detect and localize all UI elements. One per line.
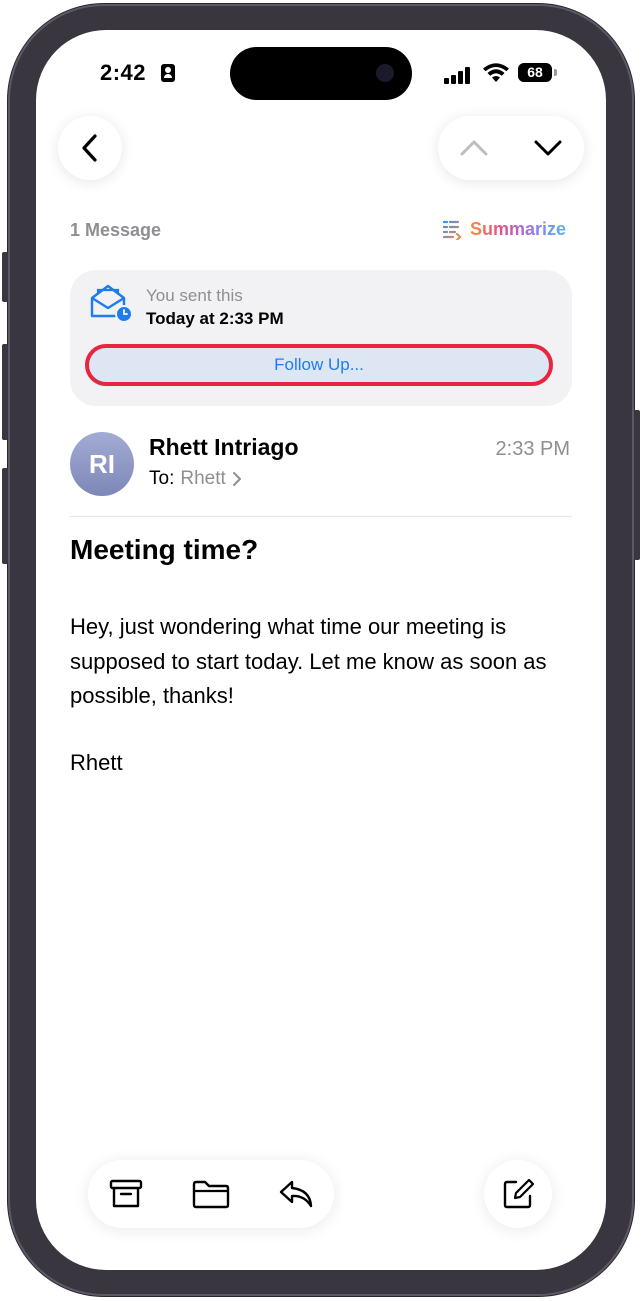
volume-down-button xyxy=(2,468,8,564)
camera-icon xyxy=(376,64,394,82)
battery-indicator: 68 xyxy=(518,63,557,82)
move-to-folder-button[interactable] xyxy=(177,1160,245,1228)
sent-label: You sent this xyxy=(146,286,243,305)
bottom-toolbar xyxy=(88,1160,334,1228)
recipient-row[interactable]: To: Rhett xyxy=(149,468,242,490)
reply-button[interactable] xyxy=(262,1160,330,1228)
back-chevron-icon xyxy=(82,134,97,162)
archive-icon xyxy=(109,1179,143,1208)
message-count: 1 Message xyxy=(70,220,162,240)
summarize-icon xyxy=(442,220,462,240)
next-message-button[interactable] xyxy=(516,116,580,180)
avatar[interactable]: RI xyxy=(70,432,134,496)
message-navigation xyxy=(438,116,584,180)
email-subject: Meeting time? xyxy=(70,534,259,565)
cellular-signal-icon xyxy=(444,66,474,84)
sender-name[interactable]: Rhett Intriago xyxy=(149,434,299,461)
recipient-name: Rhett xyxy=(180,468,226,489)
wifi-icon xyxy=(483,63,509,82)
archive-button[interactable] xyxy=(92,1160,160,1228)
sent-reminder-card: You sent this Today at 2:33 PM Follow Up… xyxy=(70,270,572,406)
screen: 2:42 68 1 Message Summarize You sent thi… xyxy=(36,30,606,1270)
divider xyxy=(70,516,572,517)
folder-icon xyxy=(192,1180,230,1209)
chevron-right-icon xyxy=(232,472,241,486)
compose-icon xyxy=(503,1178,535,1209)
summarize-button[interactable]: Summarize xyxy=(442,218,566,240)
status-time: 2:42 xyxy=(100,60,147,85)
volume-up-button xyxy=(2,344,8,440)
down-chevron-icon xyxy=(534,140,562,156)
power-button xyxy=(634,410,640,560)
to-label: To: xyxy=(149,468,175,489)
up-chevron-icon xyxy=(460,140,488,156)
dynamic-island xyxy=(230,47,412,100)
summarize-label: Summarize xyxy=(470,218,567,239)
previous-message-button[interactable] xyxy=(442,116,506,180)
email-signature: Rhett xyxy=(70,750,123,775)
back-button[interactable] xyxy=(58,116,122,180)
follow-up-button[interactable]: Follow Up... xyxy=(85,344,553,386)
sent-time: Today at 2:33 PM xyxy=(146,309,284,328)
contact-card-icon xyxy=(161,64,175,82)
email-body: Hey, just wondering what time our meetin… xyxy=(70,614,547,708)
compose-button[interactable] xyxy=(484,1160,552,1228)
reply-icon xyxy=(279,1180,313,1208)
email-time: 2:33 PM xyxy=(495,438,570,460)
envelope-clock-icon xyxy=(90,284,132,322)
action-button xyxy=(2,252,8,302)
